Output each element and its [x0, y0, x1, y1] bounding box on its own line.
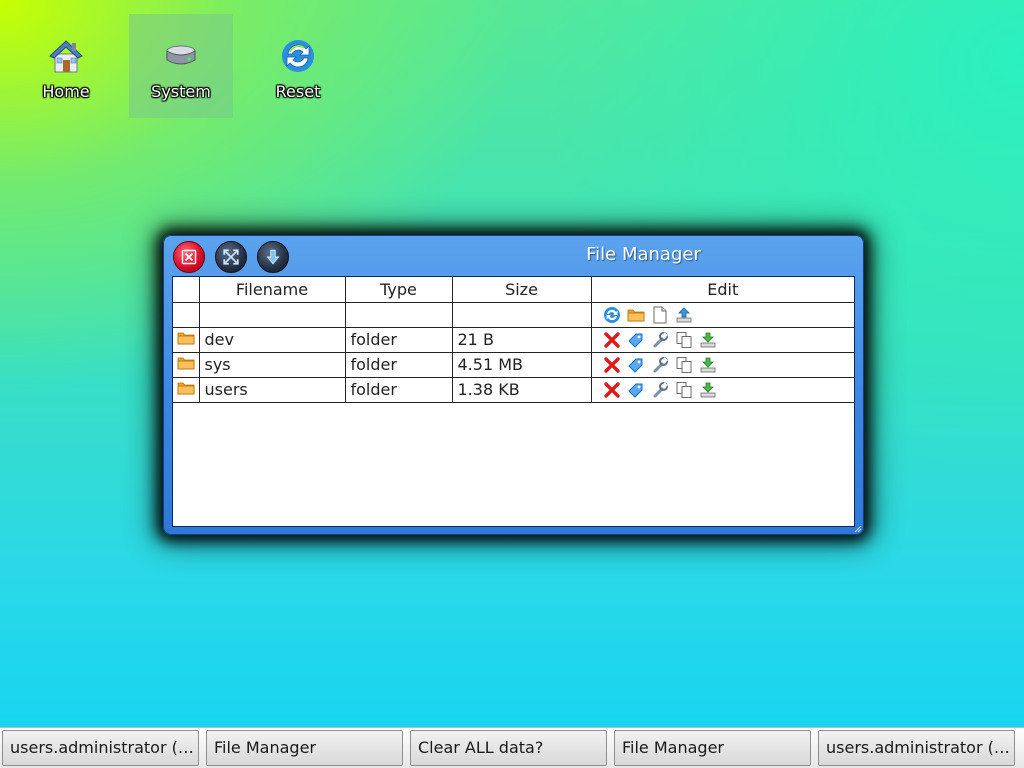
window-minimize-button[interactable]	[257, 241, 289, 273]
header-icon-column	[173, 277, 200, 303]
row-actions	[592, 356, 855, 374]
new-folder-icon[interactable]	[627, 306, 645, 324]
desktop-icon-system[interactable]: System	[129, 14, 233, 118]
row-size: 4.51 MB	[451, 351, 592, 378]
home-icon	[46, 36, 86, 76]
taskbar: users.administrator (File Manager) File …	[0, 727, 1024, 768]
header-size[interactable]: Size	[451, 277, 592, 303]
properties-icon[interactable]	[651, 381, 669, 399]
minimize-icon	[266, 249, 280, 265]
copy-icon[interactable]	[675, 356, 693, 374]
desktop-icon-label: System	[151, 82, 211, 101]
row-actions	[592, 381, 855, 399]
file-table: Filename Type Size Edit dev folder 21 B …	[173, 277, 854, 403]
toolbar-actions	[592, 306, 855, 324]
taskbar-item[interactable]: File Manager	[206, 730, 403, 766]
taskbar-item[interactable]: File Manager	[614, 730, 811, 766]
rename-icon[interactable]	[627, 381, 645, 399]
row-size: 21 B	[451, 326, 592, 353]
copy-icon[interactable]	[675, 381, 693, 399]
header-type[interactable]: Type	[344, 277, 453, 303]
properties-icon[interactable]	[651, 356, 669, 374]
file-list: Filename Type Size Edit dev folder 21 B …	[172, 276, 855, 527]
row-type: folder	[344, 351, 453, 378]
row-filename[interactable]: users	[198, 376, 346, 403]
close-icon	[181, 249, 197, 265]
row-type: folder	[344, 326, 453, 353]
row-filename[interactable]: dev	[198, 326, 346, 353]
taskbar-item[interactable]: users.administrator (File Manager)	[2, 730, 199, 766]
table-row[interactable]: dev folder 21 B	[173, 326, 855, 353]
desktop-icon-label: Reset	[275, 82, 321, 101]
rename-icon[interactable]	[627, 356, 645, 374]
file-manager-window[interactable]: File Manager Filename Type Size Edit dev…	[163, 235, 864, 535]
rename-icon[interactable]	[627, 331, 645, 349]
window-maximize-button[interactable]	[215, 241, 247, 273]
table-row[interactable]: users folder 1.38 KB	[173, 376, 855, 403]
taskbar-item[interactable]: users.administrator (File Manager)	[818, 730, 1015, 766]
delete-icon[interactable]	[603, 381, 621, 399]
taskbar-item[interactable]: Clear ALL data?	[410, 730, 607, 766]
drive-icon	[161, 36, 201, 76]
row-type: folder	[344, 376, 453, 403]
resize-grip-icon[interactable]	[852, 523, 862, 533]
desktop-icon-home[interactable]: Home	[14, 14, 118, 118]
table-row[interactable]: sys folder 4.51 MB	[173, 351, 855, 378]
folder-icon	[177, 382, 195, 394]
copy-icon[interactable]	[675, 331, 693, 349]
upload-icon[interactable]	[675, 306, 693, 324]
row-filename[interactable]: sys	[198, 351, 346, 378]
maximize-icon	[223, 249, 239, 265]
download-icon[interactable]	[699, 331, 717, 349]
download-icon[interactable]	[699, 381, 717, 399]
row-actions	[592, 331, 855, 349]
header-filename[interactable]: Filename	[198, 277, 346, 303]
refresh-icon	[278, 36, 318, 76]
desktop-icon-reset[interactable]: Reset	[246, 14, 350, 118]
properties-icon[interactable]	[651, 331, 669, 349]
new-file-icon[interactable]	[651, 306, 669, 324]
folder-icon	[177, 332, 195, 344]
row-size: 1.38 KB	[451, 376, 592, 403]
window-close-button[interactable]	[173, 241, 205, 273]
toolbar-row	[173, 301, 855, 328]
delete-icon[interactable]	[603, 331, 621, 349]
download-icon[interactable]	[699, 356, 717, 374]
desktop-icon-label: Home	[42, 82, 90, 101]
header-edit: Edit	[590, 277, 854, 303]
folder-icon	[177, 357, 195, 369]
delete-icon[interactable]	[603, 356, 621, 374]
window-title: File Manager	[586, 244, 701, 265]
refresh-icon[interactable]	[603, 306, 621, 324]
table-header-row: Filename Type Size Edit	[173, 277, 854, 303]
